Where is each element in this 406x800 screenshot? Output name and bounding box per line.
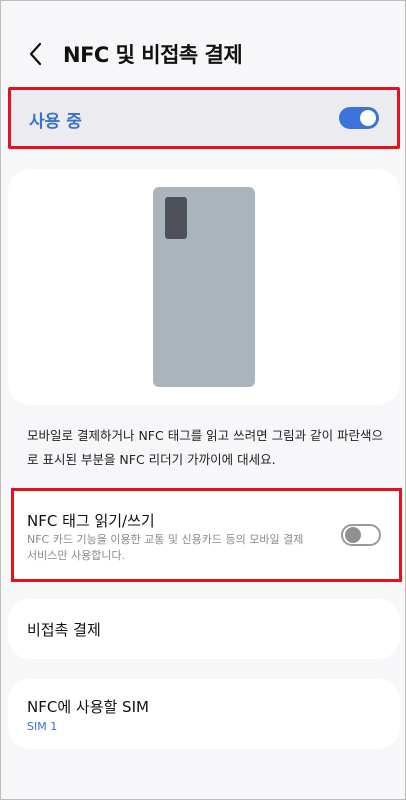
header: NFC 및 비접촉 결제: [1, 29, 406, 79]
nfc-description: 모바일로 결제하거나 NFC 태그를 읽고 쓰려면 그림과 같이 파란색으로 표…: [27, 428, 384, 467]
toggle-knob: [360, 110, 376, 126]
master-switch-label: 사용 중: [29, 112, 82, 132]
nfc-tag-read-write-row[interactable]: NFC 태그 읽기/쓰기 NFC 카드 기능을 이용한 교통 및 신용카드 등의…: [11, 488, 402, 582]
back-button[interactable]: [25, 41, 47, 67]
camera-module: [165, 197, 187, 239]
nfc-illustration-card: [8, 169, 400, 405]
chevron-left-icon: [29, 42, 42, 66]
toggle-knob: [345, 527, 361, 543]
contactless-payment-label: 비접촉 결제: [27, 621, 101, 639]
phone-back-illustration: [153, 187, 255, 387]
nfc-tag-title: NFC 태그 읽기/쓰기: [27, 512, 155, 530]
nfc-tag-subtitle: NFC 카드 기능을 이용한 교통 및 신용카드 등의 모바일 결제서비스만 사…: [27, 533, 304, 562]
master-switch-row[interactable]: 사용 중: [8, 87, 400, 149]
nfc-sim-label: NFC에 사용할 SIM: [27, 698, 149, 716]
nfc-sim-value: SIM 1: [27, 720, 58, 733]
nfc-sim-item[interactable]: NFC에 사용할 SIM SIM 1: [8, 679, 400, 749]
nfc-settings-page: NFC 및 비접촉 결제 사용 중 모바일로 결제하거나 NFC 태그를 읽고 …: [0, 0, 406, 800]
contactless-payment-item[interactable]: 비접촉 결제: [8, 599, 400, 659]
nfc-tag-toggle-switch[interactable]: [341, 524, 381, 546]
master-toggle-switch[interactable]: [339, 107, 379, 129]
page-title: NFC 및 비접촉 결제: [63, 43, 243, 67]
